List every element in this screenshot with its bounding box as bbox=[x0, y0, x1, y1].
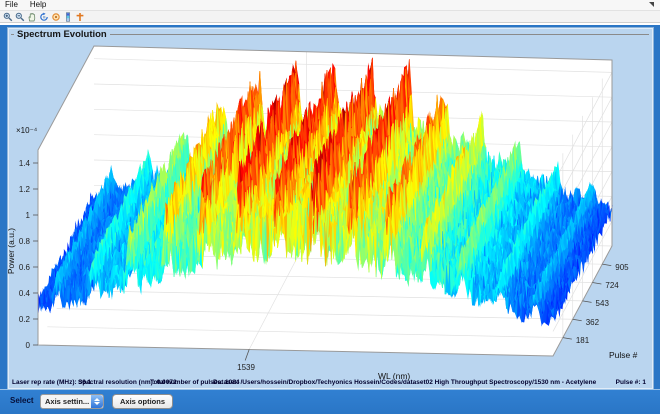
status-dataset-path: Dataset: /Users/hossein/Dropbox/Techyoni… bbox=[213, 379, 596, 386]
status-pulse-number: Pulse #: 1 bbox=[616, 379, 646, 386]
axis-options-button[interactable]: Axis options bbox=[112, 394, 173, 409]
axis-settings-dropdown[interactable]: Axis settin... bbox=[40, 394, 104, 409]
select-label: Select bbox=[10, 396, 34, 405]
axis-options-button-label: Axis options bbox=[120, 397, 165, 406]
status-bar: Laser rep rate (MHz): 36.1 Spectral reso… bbox=[0, 379, 660, 389]
bottom-control-bar: Select Axis settin... Axis options bbox=[0, 389, 660, 414]
dropdown-arrows-icon[interactable] bbox=[91, 395, 103, 408]
plot-3d-surface[interactable] bbox=[0, 0, 660, 413]
axis-settings-dropdown-value: Axis settin... bbox=[41, 397, 91, 406]
